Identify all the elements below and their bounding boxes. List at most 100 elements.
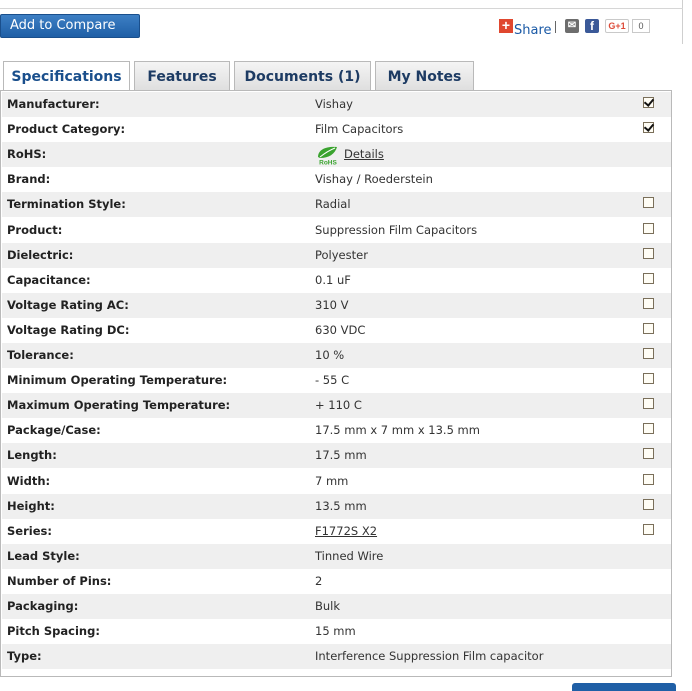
spec-value: 17.5 mm	[315, 448, 367, 463]
top-divider	[0, 8, 683, 9]
spec-row: Manufacturer: Vishay	[2, 92, 671, 117]
spec-label: Dielectric:	[7, 247, 74, 262]
spec-label: Termination Style:	[7, 197, 126, 212]
spec-value: 2	[315, 573, 323, 588]
spec-row: Series: F1772S X2	[2, 518, 671, 544]
spec-label: Manufacturer:	[7, 97, 100, 111]
spec-row: RoHS: RoHS Details	[2, 142, 671, 168]
spec-label: Voltage Rating DC:	[7, 322, 130, 337]
spec-row: Width: 7 mm	[2, 468, 671, 494]
spec-label: Product Category:	[7, 122, 126, 137]
spec-label: Capacitance:	[7, 272, 91, 287]
spec-label: RoHS:	[7, 147, 47, 162]
tab-bar: Specifications Features Documents (1) My…	[0, 44, 683, 93]
spec-row: Length: 17.5 mm	[2, 443, 671, 469]
share-divider	[555, 21, 556, 33]
spec-value: Tinned Wire	[315, 548, 384, 563]
spec-label: Packaging:	[7, 599, 79, 613]
spec-filter-checkbox[interactable]	[643, 272, 654, 284]
spec-filter-checkbox[interactable]	[643, 222, 654, 234]
spec-row: Minimum Operating Temperature: - 55 C	[2, 368, 671, 394]
share-label: Share	[514, 23, 552, 38]
spec-filter-checkbox[interactable]	[643, 322, 654, 334]
toolbar: Add to Compare List + Share ✉ f G+1 0	[0, 0, 683, 55]
spec-value: Vishay / Roederstein	[315, 172, 433, 187]
spec-value: 13.5 mm	[315, 498, 367, 513]
spec-label: Brand:	[7, 172, 51, 187]
tab-my-notes[interactable]: My Notes	[375, 61, 474, 91]
spec-filter-checkbox[interactable]	[643, 448, 654, 460]
spec-filter-checkbox[interactable]	[643, 473, 654, 485]
spec-value: 630 VDC	[315, 322, 366, 337]
series-link[interactable]: F1772S X2	[315, 519, 377, 544]
spec-filter-checkbox[interactable]	[643, 348, 654, 359]
spec-row: Product Category: Film Capacitors	[2, 117, 671, 143]
spec-filter-checkbox[interactable]	[643, 423, 654, 435]
spec-value: Interference Suppression Film capacitor	[315, 649, 544, 664]
spec-value: 0.1 uF	[315, 272, 351, 287]
spec-value: 310 V	[315, 297, 349, 312]
spec-row: Packaging: Bulk	[2, 594, 671, 619]
spec-value: Radial	[315, 197, 351, 212]
spec-label: Pitch Spacing:	[7, 624, 100, 639]
spec-value: - 55 C	[315, 373, 350, 388]
svg-text:RoHS: RoHS	[319, 160, 337, 166]
spec-row: Maximum Operating Temperature: + 110 C	[2, 393, 671, 419]
bottom-action-button[interactable]	[572, 683, 676, 691]
spec-value: 15 mm	[315, 624, 356, 639]
email-icon[interactable]: ✉	[565, 19, 579, 33]
spec-filter-checkbox[interactable]	[643, 122, 654, 134]
spec-row: Height: 13.5 mm	[2, 493, 671, 519]
spec-label: Series:	[7, 523, 52, 538]
spec-row: Capacitance: 0.1 uF	[2, 267, 671, 293]
add-to-compare-button[interactable]: Add to Compare List	[0, 14, 140, 55]
spec-row: Termination Style: Radial	[2, 192, 671, 218]
share-plus-icon: +	[499, 18, 513, 33]
google-plus-count: 0	[632, 19, 650, 33]
spec-row: Package/Case: 17.5 mm x 7 mm x 13.5 mm	[2, 418, 671, 444]
spec-value: + 110 C	[315, 398, 362, 413]
spec-value: Vishay	[315, 97, 353, 111]
spec-row: Pitch Spacing: 15 mm	[2, 619, 671, 645]
spec-label: Length:	[7, 448, 57, 463]
spec-value: Bulk	[315, 599, 341, 613]
spec-label: Height:	[7, 498, 55, 513]
google-plus-button[interactable]: G+1	[605, 19, 629, 33]
spec-label: Product:	[7, 222, 63, 237]
spec-row: Voltage Rating DC: 630 VDC	[2, 317, 671, 343]
facebook-icon[interactable]: f	[585, 19, 599, 33]
spec-filter-checkbox[interactable]	[643, 247, 654, 259]
spec-value: Film Capacitors	[315, 122, 404, 137]
spec-filter-checkbox[interactable]	[643, 523, 654, 535]
spec-filter-checkbox[interactable]	[643, 398, 654, 410]
spec-row: Product: Suppression Film Capacitors	[2, 217, 671, 243]
rohs-details-link[interactable]: Details	[344, 142, 384, 167]
spec-label: Lead Style:	[7, 548, 80, 563]
spec-label: Voltage Rating AC:	[7, 297, 129, 312]
spec-filter-checkbox[interactable]	[643, 97, 654, 108]
tab-specifications[interactable]: Specifications	[3, 61, 130, 93]
spec-value: Polyester	[315, 247, 368, 262]
tab-features[interactable]: Features	[134, 61, 230, 91]
spec-label: Type:	[7, 649, 42, 664]
specifications-panel: Manufacturer: Vishay Product Category: Film…	[0, 90, 672, 677]
spec-label: Tolerance:	[7, 348, 74, 362]
spec-value: 17.5 mm x 7 mm x 13.5 mm	[315, 423, 480, 438]
spec-value: Suppression Film Capacitors	[315, 222, 478, 237]
spec-row: Lead Style: Tinned Wire	[2, 543, 671, 569]
spec-label: Package/Case:	[7, 423, 101, 438]
spec-row: Voltage Rating AC: 310 V	[2, 292, 671, 318]
spec-row: Dielectric: Polyester	[2, 242, 671, 268]
spec-label: Minimum Operating Temperature:	[7, 373, 228, 388]
spec-row: Number of Pins: 2	[2, 568, 671, 594]
tab-documents[interactable]: Documents (1)	[234, 61, 371, 91]
spec-value: 10 %	[315, 348, 345, 362]
spec-label: Width:	[7, 473, 51, 488]
spec-filter-checkbox[interactable]	[643, 373, 654, 385]
spec-filter-checkbox[interactable]	[643, 498, 654, 510]
spec-filter-checkbox[interactable]	[643, 297, 654, 309]
rohs-leaf-icon: RoHS	[318, 147, 338, 166]
spec-filter-checkbox[interactable]	[643, 197, 654, 209]
spec-row: Brand: Vishay / Roederstein	[2, 167, 671, 193]
spec-value: 7 mm	[315, 473, 349, 488]
